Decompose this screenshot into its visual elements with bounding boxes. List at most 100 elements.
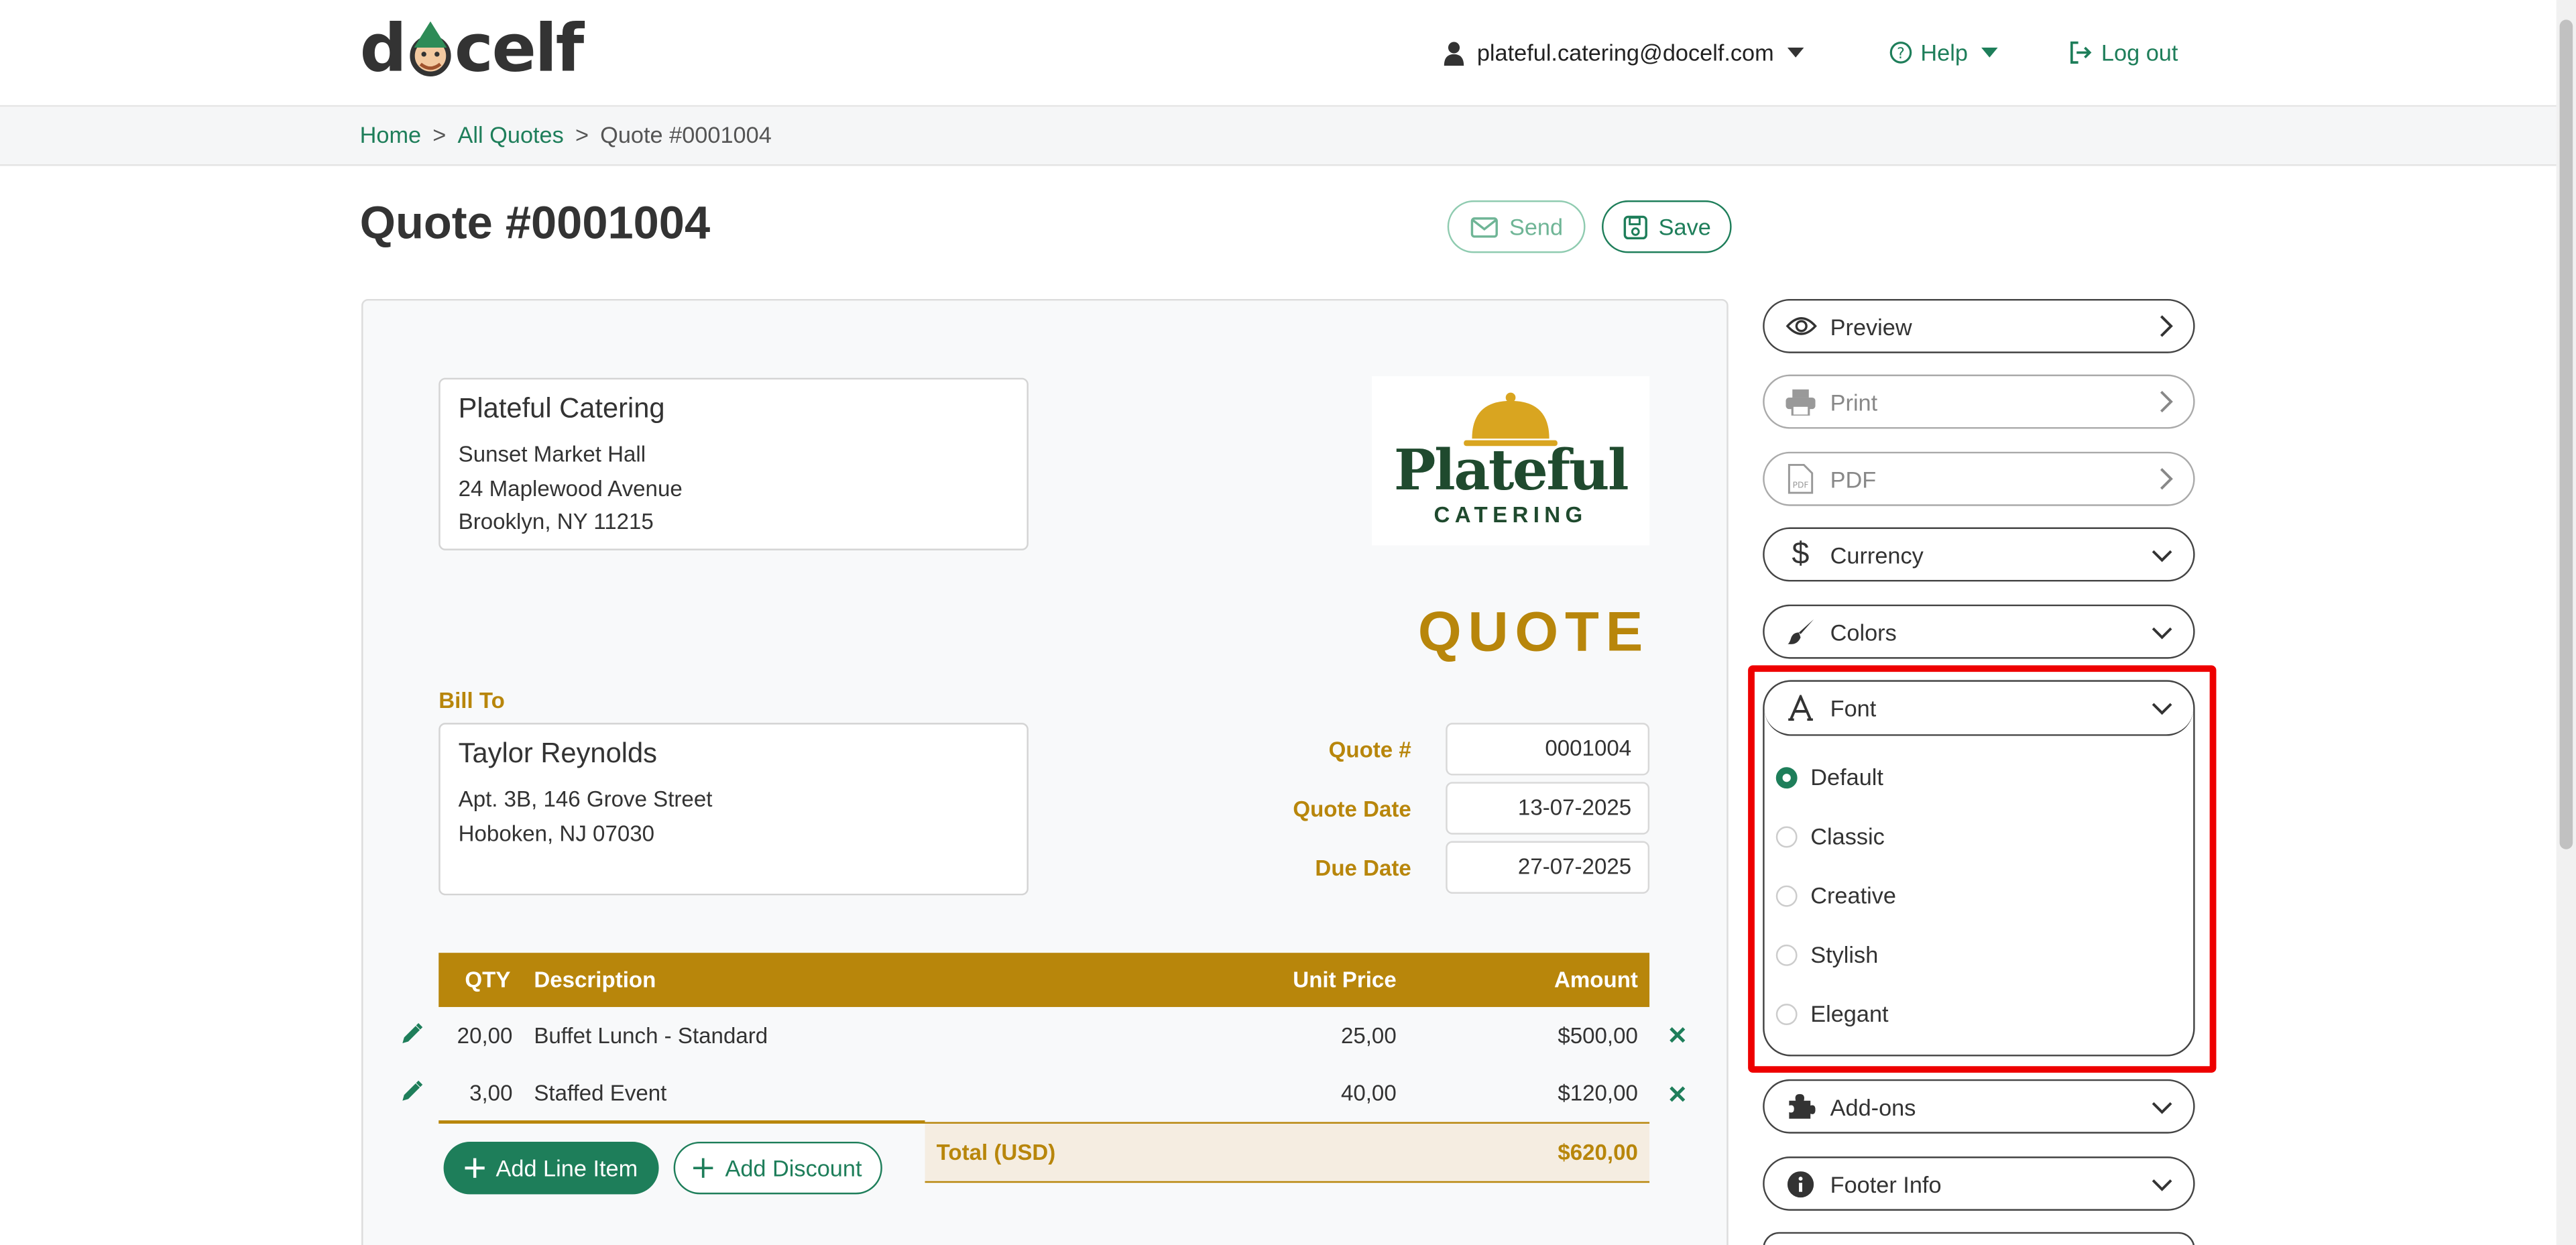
colors-dropdown[interactable]: Colors bbox=[1763, 604, 2195, 659]
docelf-logo[interactable]: docelf d celf bbox=[360, 13, 585, 86]
seller-address-box[interactable]: Plateful Catering Sunset Market Hall 24 … bbox=[438, 377, 1029, 550]
puzzle-piece-icon bbox=[1784, 1092, 1817, 1120]
logout-label: Log out bbox=[2101, 39, 2178, 66]
edit-row-icon[interactable] bbox=[399, 1022, 424, 1055]
font-option-label: Default bbox=[1810, 764, 1883, 790]
page-scrollbar[interactable] bbox=[2556, 0, 2576, 1245]
chevron-right-icon bbox=[2160, 391, 2173, 413]
due-date-field[interactable]: 27-07-2025 bbox=[1446, 841, 1650, 894]
footer-info-dropdown[interactable]: Footer Info bbox=[1763, 1157, 2195, 1211]
send-button[interactable]: Send bbox=[1447, 200, 1586, 253]
quote-date-field[interactable]: 13-07-2025 bbox=[1446, 782, 1650, 835]
user-icon bbox=[1444, 41, 1464, 65]
col-unit-price: Unit Price bbox=[1293, 967, 1397, 992]
chevron-down-icon bbox=[2152, 703, 2172, 715]
company-logo[interactable]: Plateful CATERING bbox=[1372, 376, 1650, 546]
row-description: Buffet Lunch - Standard bbox=[534, 1023, 768, 1049]
quote-number-label: Quote # bbox=[1328, 737, 1411, 762]
breadcrumb-bar: Home > All Quotes > Quote #0001004 bbox=[0, 107, 2557, 166]
row-description: Staffed Event bbox=[534, 1081, 667, 1106]
radio-unselected[interactable] bbox=[1775, 825, 1798, 847]
currency-label: Currency bbox=[1830, 541, 1924, 568]
chevron-down-icon bbox=[2152, 1102, 2172, 1114]
add-discount-button[interactable]: Add Discount bbox=[673, 1141, 882, 1195]
edit-row-icon[interactable] bbox=[399, 1079, 424, 1112]
col-amount: Amount bbox=[1554, 967, 1638, 992]
page-title: Quote #0001004 bbox=[359, 197, 711, 248]
save-button[interactable]: Save bbox=[1602, 200, 1732, 253]
table-divider bbox=[438, 1120, 925, 1123]
bill-to-label: Bill To bbox=[438, 688, 505, 713]
client-address-box[interactable]: Taylor Reynolds Apt. 3B, 146 Grove Stree… bbox=[438, 723, 1029, 896]
plus-icon bbox=[464, 1158, 485, 1178]
chevron-down-icon bbox=[2152, 1179, 2172, 1191]
total-value: $620,00 bbox=[1558, 1140, 1638, 1165]
client-address-line: Apt. 3B, 146 Grove Street bbox=[458, 786, 713, 812]
svg-text:?: ? bbox=[1897, 46, 1905, 62]
logout-icon bbox=[2070, 41, 2092, 64]
font-option-default[interactable]: Default bbox=[1775, 764, 1883, 790]
addons-dropdown[interactable]: Add-ons bbox=[1763, 1079, 2195, 1134]
top-header: docelf d celf plateful.catering@docelf.c… bbox=[0, 0, 2557, 107]
breadcrumb-home[interactable]: Home bbox=[360, 121, 422, 147]
client-name: Taylor Reynolds bbox=[458, 737, 658, 769]
col-description: Description bbox=[534, 967, 656, 992]
chevron-down-icon bbox=[2152, 627, 2172, 640]
total-label: Total (USD) bbox=[936, 1140, 1056, 1165]
next-sidebar-panel[interactable] bbox=[1763, 1232, 2195, 1245]
line-items-header: QTY Description Unit Price Amount bbox=[438, 953, 1650, 1008]
delete-row-icon[interactable] bbox=[1667, 1024, 1687, 1053]
logout-link[interactable]: Log out bbox=[2068, 36, 2178, 69]
font-dropdown[interactable]: Font bbox=[1764, 682, 2194, 736]
add-line-item-label: Add Line Item bbox=[495, 1154, 638, 1181]
print-button[interactable]: Print bbox=[1763, 374, 2195, 429]
radio-unselected[interactable] bbox=[1775, 884, 1798, 906]
user-email: plateful.catering@docelf.com bbox=[1476, 39, 1774, 66]
total-row: Total (USD) $620,00 bbox=[925, 1122, 1650, 1183]
font-label: Font bbox=[1830, 695, 1877, 721]
user-menu[interactable]: plateful.catering@docelf.com bbox=[1442, 36, 1804, 69]
font-option-creative[interactable]: Creative bbox=[1775, 882, 1896, 909]
due-date-label: Due Date bbox=[1315, 855, 1411, 881]
footer-info-label: Footer Info bbox=[1830, 1170, 1942, 1197]
chevron-right-icon bbox=[2160, 468, 2173, 490]
app-root: docelf d celf plateful.catering@docelf.c… bbox=[0, 0, 2576, 1245]
pdf-button[interactable]: PDF PDF bbox=[1763, 451, 2195, 506]
dollar-sign-icon: $ bbox=[1792, 536, 1810, 571]
font-option-label: Creative bbox=[1810, 882, 1896, 909]
radio-unselected[interactable] bbox=[1775, 1002, 1798, 1024]
add-discount-label: Add Discount bbox=[725, 1154, 862, 1181]
row-unit-price: 40,00 bbox=[1340, 1081, 1397, 1106]
breadcrumb-separator: > bbox=[432, 121, 447, 148]
font-option-stylish[interactable]: Stylish bbox=[1775, 941, 1879, 968]
scrollbar-thumb[interactable] bbox=[2559, 19, 2573, 849]
seller-name: Plateful Catering bbox=[458, 392, 665, 424]
currency-dropdown[interactable]: $ Currency bbox=[1763, 527, 2195, 582]
table-row[interactable]: 3,00 Staffed Event 40,00 $120,00 bbox=[438, 1066, 1649, 1122]
quote-number-field[interactable]: 0001004 bbox=[1446, 723, 1650, 776]
table-row[interactable]: 20,00 Buffet Lunch - Standard 25,00 $500… bbox=[438, 1008, 1649, 1064]
font-option-elegant[interactable]: Elegant bbox=[1775, 1000, 1889, 1026]
delete-row-icon[interactable] bbox=[1667, 1083, 1687, 1112]
quote-date-label: Quote Date bbox=[1293, 796, 1411, 822]
paintbrush-icon bbox=[1784, 617, 1817, 646]
radio-unselected[interactable] bbox=[1775, 943, 1798, 965]
seller-address-line: Brooklyn, NY 11215 bbox=[458, 509, 654, 534]
breadcrumb-separator: > bbox=[575, 121, 589, 148]
breadcrumb: Home > All Quotes > Quote #0001004 bbox=[360, 121, 772, 147]
addons-label: Add-ons bbox=[1830, 1093, 1916, 1120]
font-option-label: Stylish bbox=[1810, 941, 1879, 968]
help-circle-icon: ? bbox=[1889, 42, 1912, 64]
font-option-classic[interactable]: Classic bbox=[1775, 823, 1885, 849]
client-address-line: Hoboken, NJ 07030 bbox=[458, 820, 655, 845]
add-line-item-button[interactable]: Add Line Item bbox=[443, 1141, 659, 1195]
caret-down-icon bbox=[1981, 48, 1998, 58]
preview-button[interactable]: Preview bbox=[1763, 298, 2195, 353]
help-menu[interactable]: ? Help bbox=[1889, 36, 1998, 69]
row-qty: 20,00 bbox=[457, 1023, 513, 1049]
font-option-label: Classic bbox=[1810, 823, 1885, 849]
radio-selected[interactable] bbox=[1775, 766, 1798, 788]
breadcrumb-all-quotes[interactable]: All Quotes bbox=[458, 121, 564, 147]
row-amount: $120,00 bbox=[1558, 1081, 1638, 1106]
preview-label: Preview bbox=[1830, 312, 1912, 339]
